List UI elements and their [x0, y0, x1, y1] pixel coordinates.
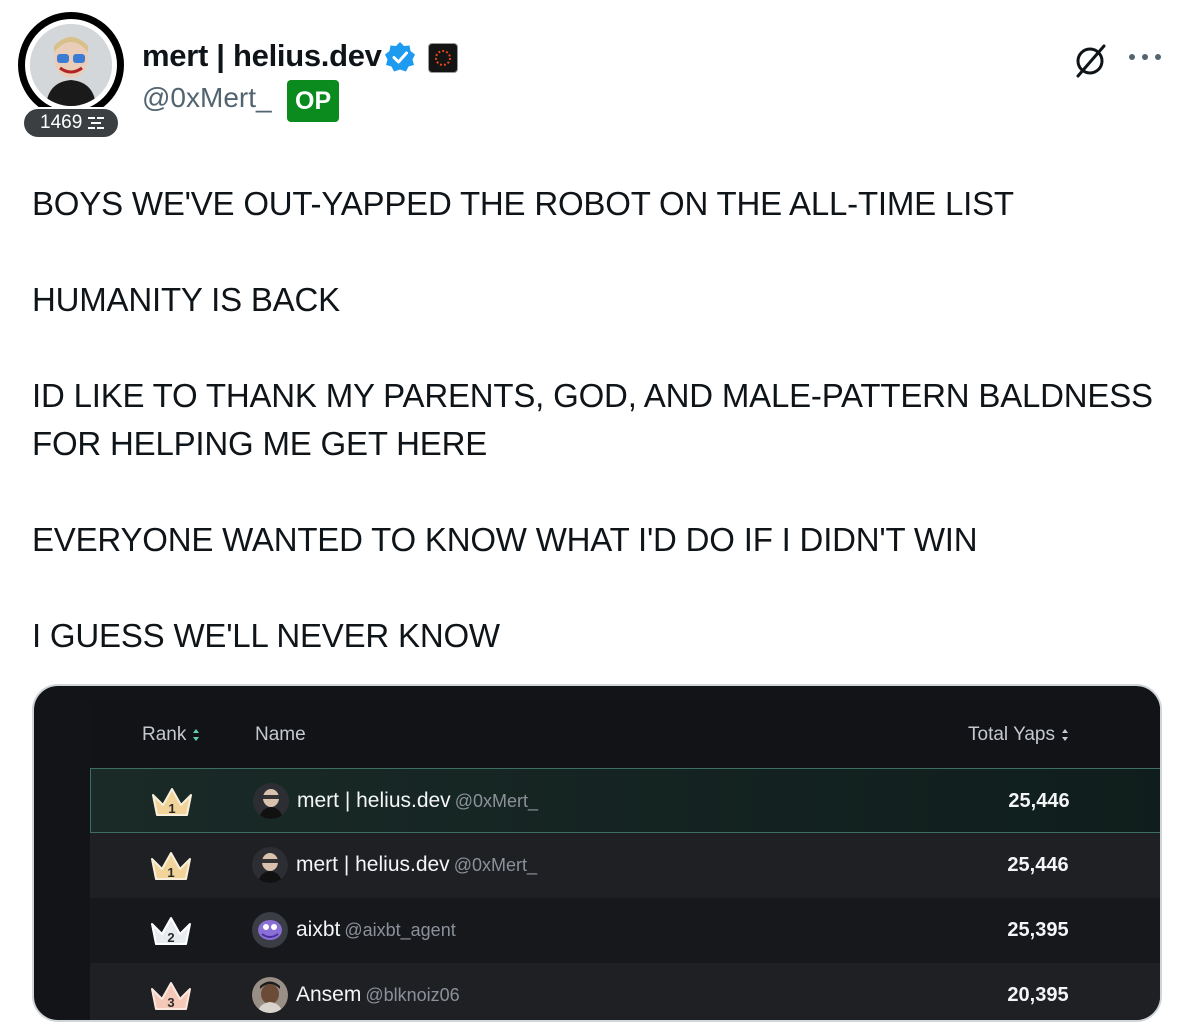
crown-icon: 3	[151, 982, 191, 1010]
tweet-line: FOR HELPING ME GET HERE	[32, 425, 488, 462]
user-handle: @blknoiz06	[365, 985, 460, 1005]
tweet-media-leaderboard[interactable]: Rank Name Total Yaps 1 mert | helius.dev…	[32, 684, 1162, 1022]
author-handle[interactable]: @0xMert_	[142, 82, 272, 114]
avatar	[252, 977, 288, 1013]
user-name: aixbt @aixbt_agent	[296, 918, 456, 942]
table-row[interactable]: 3 Ansem @blknoiz06 20,395	[90, 963, 1160, 1020]
leaderboard-header: Rank Name Total Yaps	[90, 700, 1160, 768]
crown-rank: 2	[167, 930, 174, 945]
author-display-name[interactable]: mert | helius.dev	[142, 38, 382, 74]
avatar	[253, 783, 289, 819]
crown-rank: 3	[167, 995, 174, 1010]
tweet-line: HUMANITY IS BACK	[32, 281, 340, 318]
table-row[interactable]: 2 aixbt @aixbt_agent 25,395	[90, 898, 1160, 963]
grok-icon[interactable]	[1070, 40, 1110, 80]
author-avatar[interactable]	[18, 12, 124, 118]
tweet-line: I GUESS WE'LL NEVER KNOW	[32, 617, 500, 654]
total-yaps-value: 20,395	[1007, 984, 1069, 1006]
table-row[interactable]: 1 mert | helius.dev @0xMert_ 25,446	[90, 833, 1160, 898]
tweet-line: ID LIKE TO THANK MY PARENTS, GOD, AND MA…	[32, 377, 1153, 414]
name-column-header: Name	[255, 724, 306, 746]
crown-icon: 1	[152, 788, 192, 816]
user-display-name: mert | helius.dev	[296, 853, 450, 876]
crown-icon: 2	[151, 917, 191, 945]
user-handle: @0xMert_	[454, 791, 538, 811]
helius-logo-icon[interactable]	[428, 43, 458, 73]
rank-column-header[interactable]: Rank	[142, 724, 200, 746]
more-dots-icon[interactable]	[1126, 44, 1164, 70]
avatar	[252, 912, 288, 948]
total-yaps-header-label: Total Yaps	[968, 724, 1055, 745]
sort-icon	[1061, 729, 1068, 741]
user-display-name: mert | helius.dev	[297, 789, 451, 812]
verified-check-icon[interactable]	[384, 41, 416, 73]
user-name: mert | helius.dev @0xMert_	[297, 789, 538, 813]
total-yaps-value: 25,446	[1008, 790, 1070, 812]
tweet-line: BOYS WE'VE OUT-YAPPED THE ROBOT ON THE A…	[32, 185, 1014, 222]
crown-rank: 1	[167, 865, 174, 880]
leaderboard-table: Rank Name Total Yaps 1 mert | helius.dev…	[90, 700, 1160, 1020]
user-display-name: aixbt	[296, 918, 341, 941]
avatar-image	[30, 24, 112, 106]
user-handle: @aixbt_agent	[344, 920, 456, 940]
user-name: mert | helius.dev @0xMert_	[296, 853, 537, 877]
total-yaps-column-header[interactable]: Total Yaps	[968, 724, 1069, 746]
tweet-text: BOYS WE'VE OUT-YAPPED THE ROBOT ON THE A…	[32, 180, 1172, 660]
table-row[interactable]: 1 mert | helius.dev @0xMert_ 25,446	[90, 768, 1160, 833]
crown-icon: 1	[151, 852, 191, 880]
op-tag: OP	[287, 80, 340, 122]
user-name: Ansem @blknoiz06	[296, 983, 460, 1007]
follower-badge-count: 1469	[40, 112, 83, 133]
tweet-line: EVERYONE WANTED TO KNOW WHAT I'D DO IF I…	[32, 521, 978, 558]
user-handle: @0xMert_	[453, 855, 537, 875]
rank-header-label: Rank	[142, 724, 187, 745]
total-yaps-value: 25,446	[1007, 854, 1069, 876]
avatar	[252, 847, 288, 883]
sort-icon	[193, 729, 200, 741]
name-header-label: Name	[255, 724, 306, 745]
total-yaps-value: 25,395	[1007, 919, 1069, 941]
crown-rank: 1	[168, 801, 175, 816]
user-display-name: Ansem	[296, 983, 362, 1006]
list-icon	[88, 117, 105, 129]
follower-badge[interactable]: 1469	[22, 107, 121, 139]
